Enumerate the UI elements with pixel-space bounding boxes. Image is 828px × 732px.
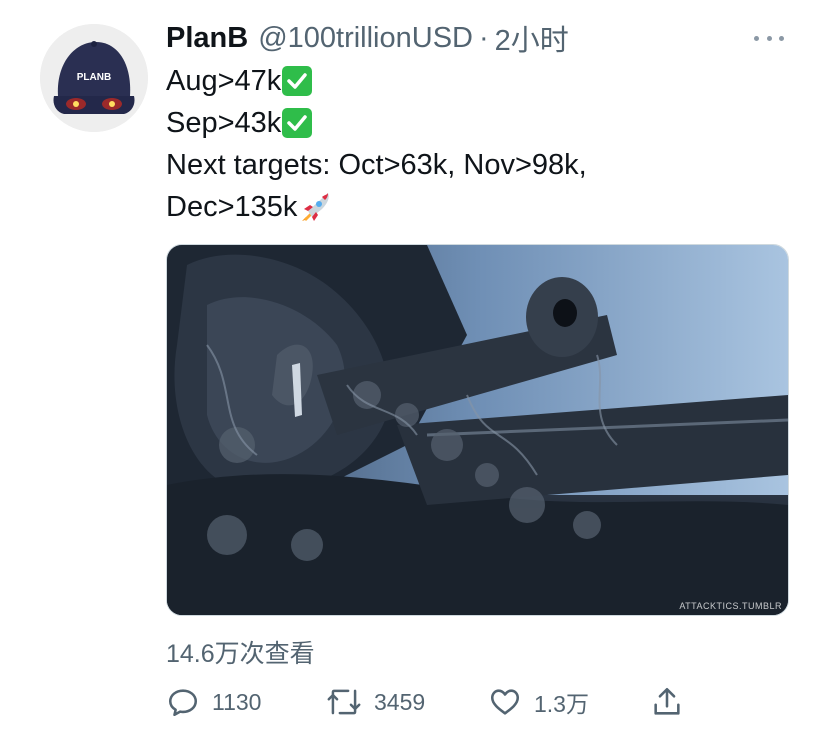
more-dot <box>754 35 759 41</box>
timestamp[interactable]: 2小时 <box>495 17 569 59</box>
rocket-icon <box>298 189 334 225</box>
author-name[interactable]: PlanB <box>166 22 248 55</box>
retweet-button[interactable]: 3459 <box>326 682 425 722</box>
sniper-video-thumbnail <box>167 245 788 615</box>
more-dot <box>766 35 772 41</box>
reply-count: 1130 <box>212 688 262 715</box>
retweet-icon <box>327 689 361 715</box>
tweet-line-text: Aug>47k <box>166 65 282 97</box>
tweet-header: PlanB @100trillionUSD · 2小时 <box>166 17 569 59</box>
tweet-media-video[interactable]: ATTACKTICS.TUMBLR <box>166 244 789 616</box>
cap-avatar-icon: PLANB <box>40 24 148 132</box>
tweet-line: Next targets: Oct>63k, Nov>98k, <box>166 144 786 186</box>
share-icon <box>654 687 680 715</box>
tweet-line-text: Sep>43k <box>166 107 282 139</box>
cap-text: PLANB <box>77 72 111 83</box>
tweet-line-text: Next targets: Oct>63k, Nov>98k, <box>166 149 587 181</box>
reply-button[interactable]: 1130 <box>166 682 261 722</box>
tweet-text: Aug>47k Sep>43k Next targets: Oct>63k, N… <box>166 60 786 228</box>
retweet-count: 3459 <box>374 688 426 715</box>
more-dot <box>779 35 784 41</box>
heart-icon <box>490 689 520 715</box>
share-button[interactable] <box>650 682 684 722</box>
like-count: 1.3万 <box>534 691 589 717</box>
tweet-line-text: Dec>135k <box>166 191 298 223</box>
view-count[interactable]: 14.6万次查看 <box>166 634 315 670</box>
like-button[interactable]: 1.3万 <box>488 682 589 722</box>
check-mark-icon <box>282 66 313 96</box>
check-mark-icon <box>282 108 313 138</box>
tweet-line: Dec>135k <box>166 186 786 228</box>
more-options-icon[interactable] <box>754 28 784 48</box>
avatar[interactable]: PLANB <box>40 24 148 132</box>
separator-dot: · <box>478 21 489 54</box>
tweet-line: Aug>47k <box>166 60 786 102</box>
tweet-line: Sep>43k <box>166 102 786 144</box>
action-bar: 1130 3459 1.3万 <box>166 682 766 722</box>
reply-icon <box>168 689 198 717</box>
author-handle[interactable]: @100trillionUSD <box>258 22 473 55</box>
media-watermark: ATTACKTICS.TUMBLR <box>679 601 782 611</box>
